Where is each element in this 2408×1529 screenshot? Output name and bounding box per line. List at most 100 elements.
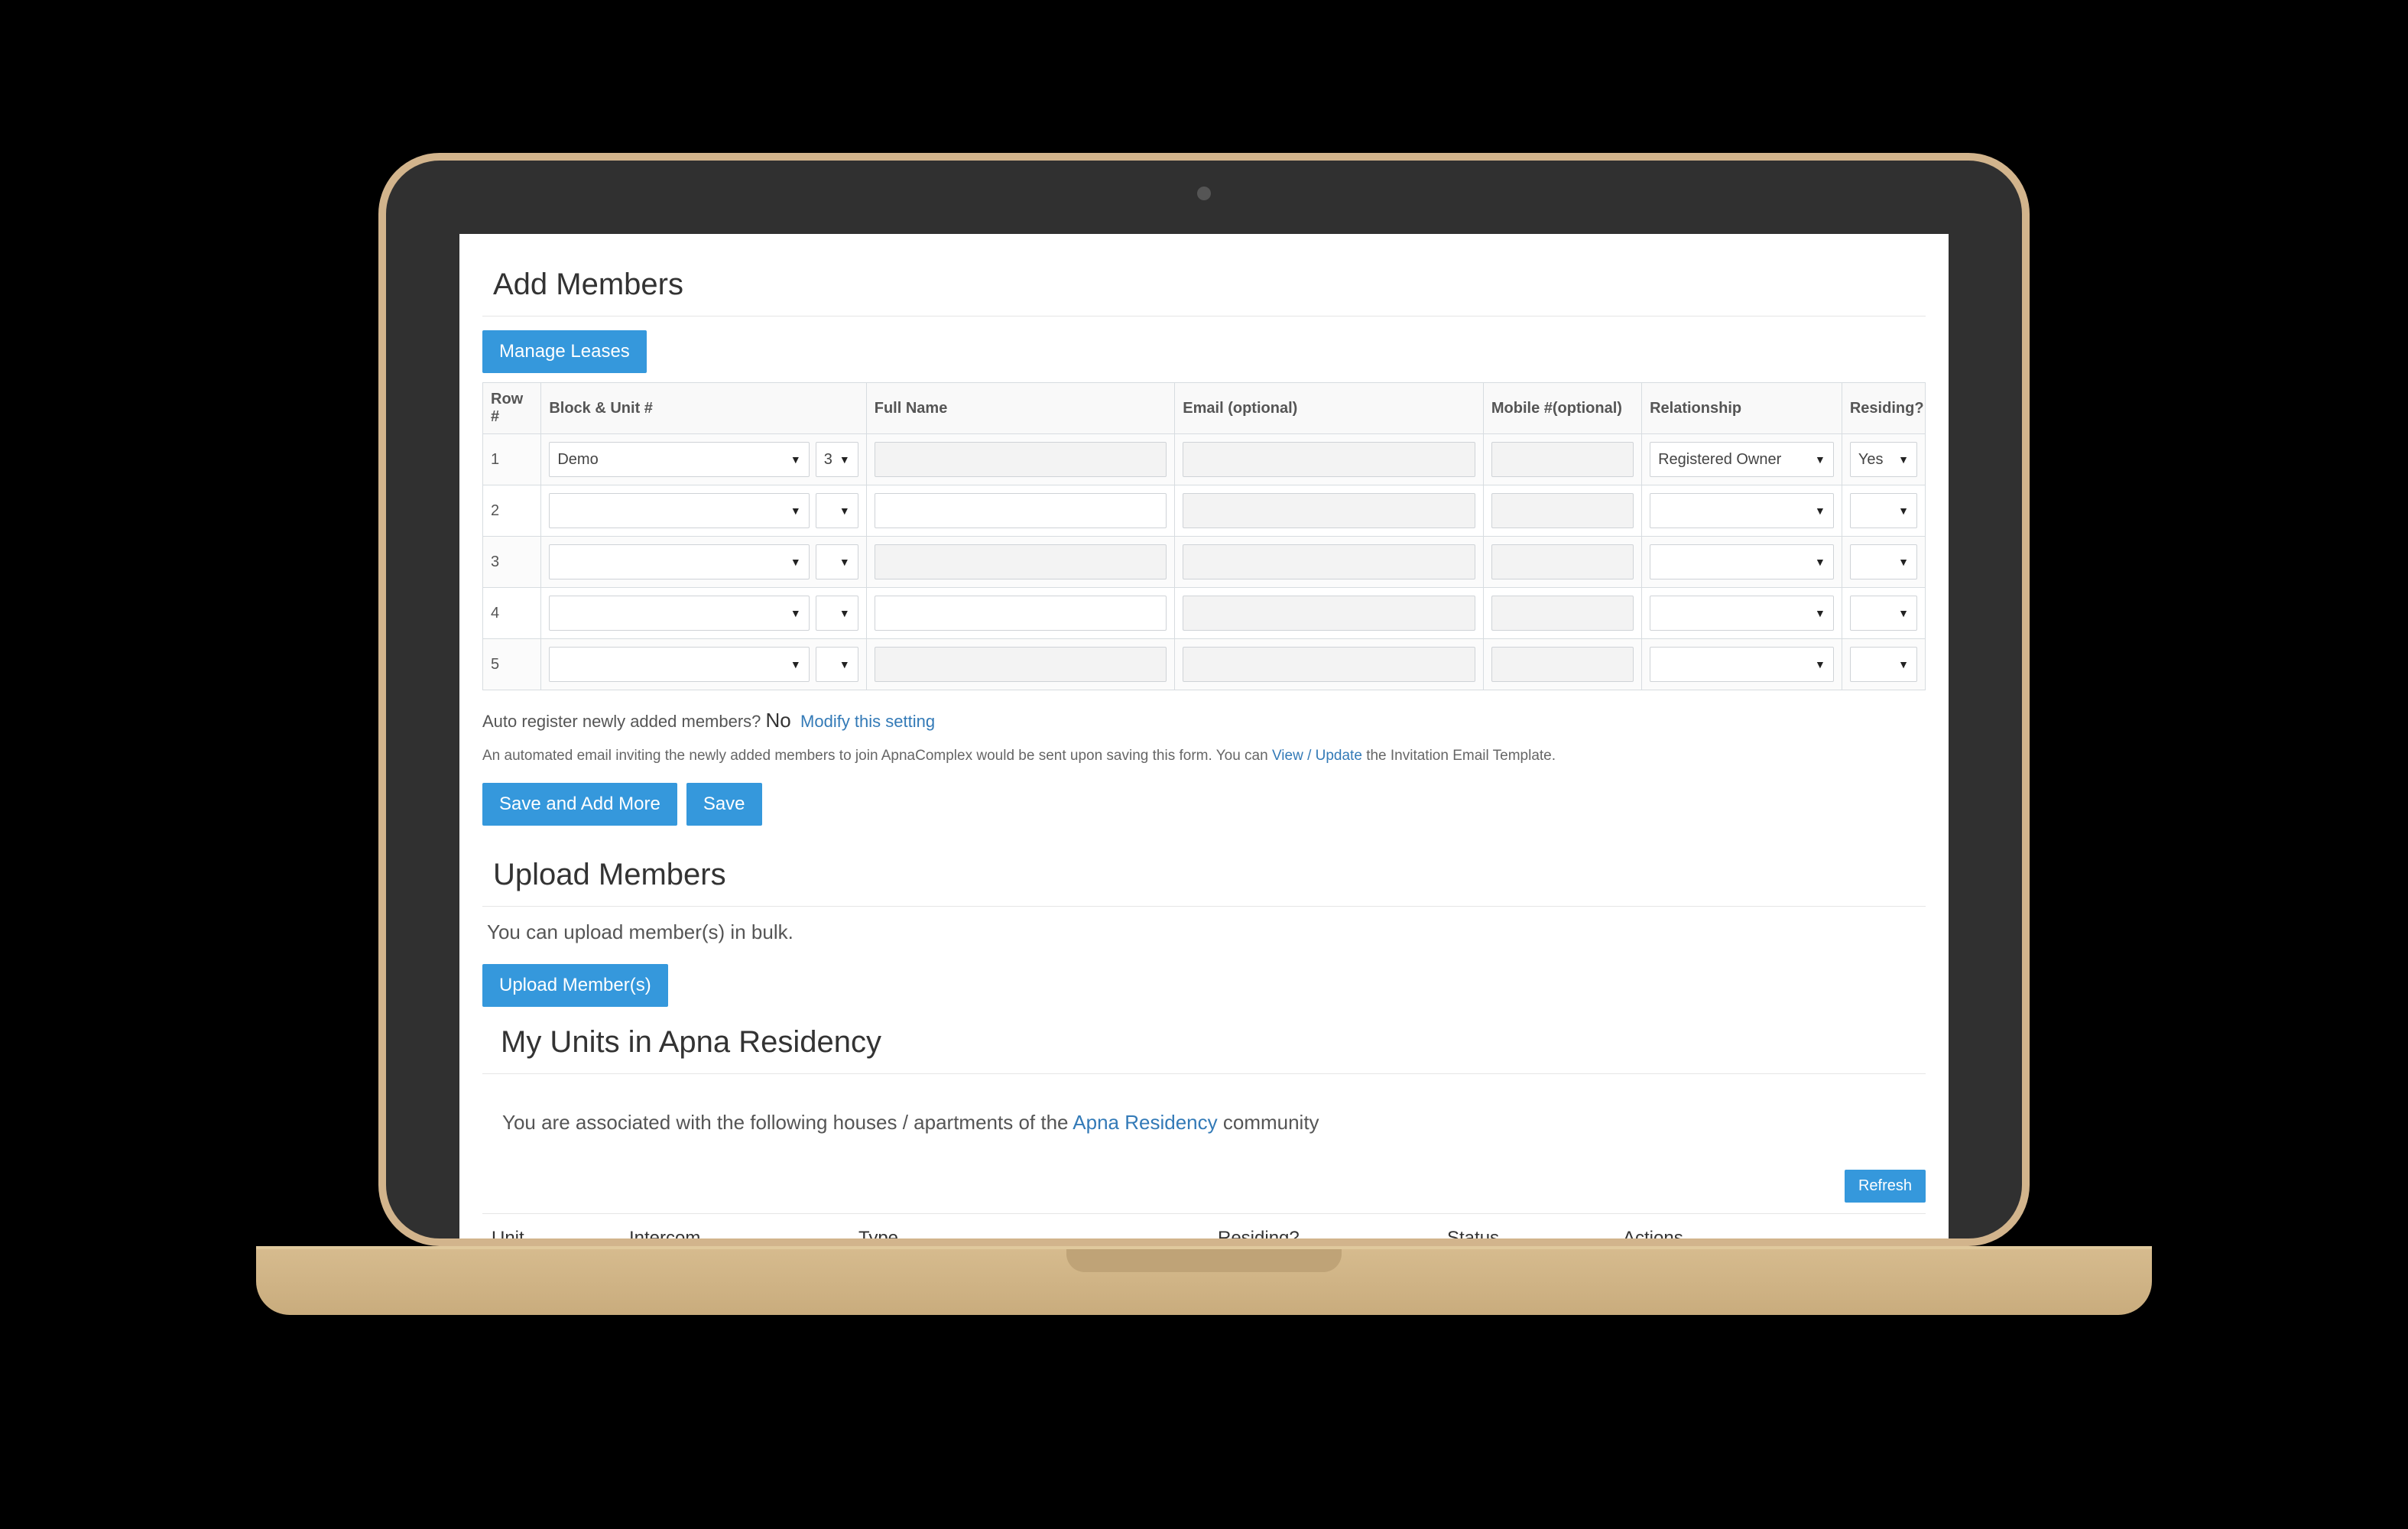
col-type-header: Type	[849, 1214, 1209, 1239]
units-table: Unit Intercom Type Residing? Status Acti…	[482, 1213, 1926, 1238]
col-intercom-header: Intercom	[620, 1214, 849, 1239]
block-select[interactable]: ▼	[549, 596, 809, 631]
col-email-header: Email (optional)	[1175, 383, 1484, 434]
community-link[interactable]: Apna Residency	[1073, 1111, 1217, 1134]
col-status-header: Status	[1438, 1214, 1614, 1239]
relationship-select[interactable]: ▼	[1650, 493, 1834, 528]
col-unit-header: Unit	[482, 1214, 620, 1239]
relationship-select[interactable]: ▼	[1650, 647, 1834, 682]
chevron-down-icon: ▼	[1898, 505, 1909, 517]
member-row: 5 ▼ ▼ ▼ ▼	[483, 639, 1926, 690]
chevron-down-icon: ▼	[790, 505, 801, 517]
relationship-select[interactable]: Registered Owner▼	[1650, 442, 1834, 477]
member-row: 4 ▼ ▼ ▼ ▼	[483, 588, 1926, 639]
mobile-input[interactable]	[1491, 493, 1634, 528]
relationship-select[interactable]: ▼	[1650, 596, 1834, 631]
invitation-note: An automated email inviting the newly ad…	[482, 748, 1926, 764]
member-row: 2 ▼ ▼ ▼ ▼	[483, 485, 1926, 537]
unit-select[interactable]: ▼	[816, 596, 858, 631]
my-units-title: My Units in Apna Residency	[482, 1011, 1926, 1074]
email-input[interactable]	[1183, 493, 1475, 528]
mobile-input[interactable]	[1491, 544, 1634, 579]
mobile-input[interactable]	[1491, 442, 1634, 477]
my-units-intro: You are associated with the following ho…	[482, 1088, 1926, 1165]
unit-select[interactable]: ▼	[816, 544, 858, 579]
mobile-input[interactable]	[1491, 596, 1634, 631]
save-button[interactable]: Save	[686, 783, 762, 826]
chevron-down-icon: ▼	[839, 453, 850, 466]
residing-select[interactable]: ▼	[1850, 596, 1917, 631]
invitation-prefix: An automated email inviting the newly ad…	[482, 748, 1272, 764]
full-name-input[interactable]	[875, 493, 1167, 528]
chevron-down-icon: ▼	[839, 658, 850, 670]
chevron-down-icon: ▼	[790, 607, 801, 619]
relationship-select[interactable]: ▼	[1650, 544, 1834, 579]
chevron-down-icon: ▼	[790, 556, 801, 568]
full-name-input[interactable]	[875, 442, 1167, 477]
block-select[interactable]: ▼	[549, 493, 809, 528]
full-name-input[interactable]	[875, 647, 1167, 682]
residing-select[interactable]: ▼	[1850, 647, 1917, 682]
screen-viewport: Add Members Manage Leases Row # Block & …	[459, 234, 1949, 1238]
email-input[interactable]	[1183, 442, 1475, 477]
member-row: 1 Demo▼ 3▼ Registered Owner▼ Yes▼	[483, 434, 1926, 485]
block-select[interactable]: ▼	[549, 647, 809, 682]
manage-leases-button[interactable]: Manage Leases	[482, 330, 647, 373]
chevron-down-icon: ▼	[1898, 556, 1909, 568]
unit-select[interactable]: 3▼	[816, 442, 858, 477]
col-residing2-header: Residing?	[1209, 1214, 1438, 1239]
chevron-down-icon: ▼	[1815, 556, 1825, 568]
camera-dot	[1197, 187, 1211, 200]
members-header-row: Row # Block & Unit # Full Name Email (op…	[483, 383, 1926, 434]
chevron-down-icon: ▼	[790, 453, 801, 466]
chevron-down-icon: ▼	[790, 658, 801, 670]
row-number: 2	[483, 485, 541, 537]
full-name-input[interactable]	[875, 596, 1167, 631]
col-relationship-header: Relationship	[1642, 383, 1842, 434]
chevron-down-icon: ▼	[1898, 658, 1909, 670]
laptop-lid: Add Members Manage Leases Row # Block & …	[378, 153, 2030, 1246]
col-full-name-header: Full Name	[866, 383, 1175, 434]
save-add-more-button[interactable]: Save and Add More	[482, 783, 677, 826]
block-select[interactable]: Demo▼	[549, 442, 809, 477]
view-update-link[interactable]: View / Update	[1272, 748, 1362, 764]
chevron-down-icon: ▼	[1898, 607, 1909, 619]
residing-select[interactable]: ▼	[1850, 544, 1917, 579]
chevron-down-icon: ▼	[1898, 453, 1909, 466]
app-root: Add Members Manage Leases Row # Block & …	[459, 234, 1949, 1238]
refresh-button[interactable]: Refresh	[1845, 1170, 1926, 1203]
mobile-input[interactable]	[1491, 647, 1634, 682]
auto-register-answer: No	[766, 709, 791, 732]
row-number: 1	[483, 434, 541, 485]
chevron-down-icon: ▼	[839, 607, 850, 619]
unit-select[interactable]: ▼	[816, 493, 858, 528]
chevron-down-icon: ▼	[1815, 453, 1825, 466]
modify-setting-link[interactable]: Modify this setting	[800, 712, 935, 731]
upload-members-title: Upload Members	[482, 844, 1926, 907]
laptop-mockup: Add Members Manage Leases Row # Block & …	[378, 153, 2030, 1370]
upload-members-button[interactable]: Upload Member(s)	[482, 964, 668, 1007]
email-input[interactable]	[1183, 647, 1475, 682]
email-input[interactable]	[1183, 596, 1475, 631]
chevron-down-icon: ▼	[839, 505, 850, 517]
chevron-down-icon: ▼	[839, 556, 850, 568]
email-input[interactable]	[1183, 544, 1475, 579]
col-row-header: Row #	[483, 383, 541, 434]
invitation-suffix: the Invitation Email Template.	[1366, 748, 1556, 764]
unit-select[interactable]: ▼	[816, 647, 858, 682]
chevron-down-icon: ▼	[1815, 658, 1825, 670]
my-units-intro-suffix: community	[1223, 1111, 1319, 1134]
upload-members-description: You can upload member(s) in bulk.	[487, 920, 1926, 944]
chevron-down-icon: ▼	[1815, 607, 1825, 619]
laptop-shadow	[256, 1324, 2152, 1370]
units-header-row: Unit Intercom Type Residing? Status Acti…	[482, 1214, 1926, 1239]
residing-select[interactable]: ▼	[1850, 493, 1917, 528]
block-select[interactable]: ▼	[549, 544, 809, 579]
my-units-intro-prefix: You are associated with the following ho…	[502, 1111, 1073, 1134]
row-number: 4	[483, 588, 541, 639]
row-number: 5	[483, 639, 541, 690]
full-name-input[interactable]	[875, 544, 1167, 579]
residing-select[interactable]: Yes▼	[1850, 442, 1917, 477]
col-actions-header: Actions	[1614, 1214, 1926, 1239]
chevron-down-icon: ▼	[1815, 505, 1825, 517]
